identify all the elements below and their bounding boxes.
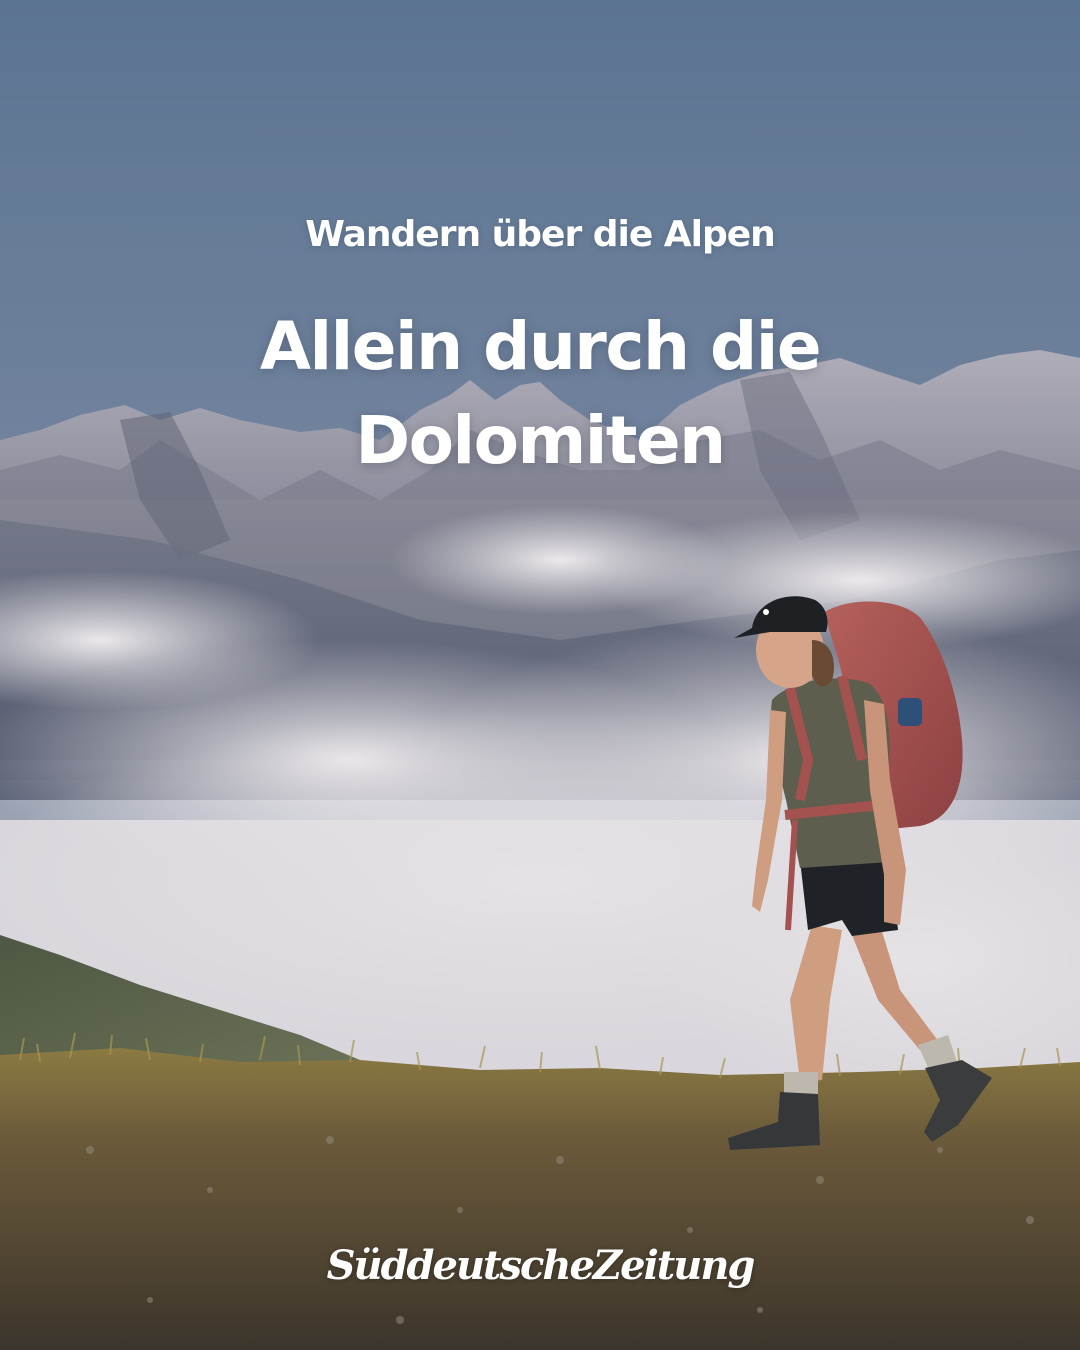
kicker-text: Wandern über die Alpen [305, 214, 776, 255]
background-photo [0, 0, 1080, 1350]
story-card: Wandern über die Alpen Allein durch die … [0, 0, 1080, 1350]
headline: Allein durch die Dolomiten [259, 308, 822, 479]
water-bottle [898, 698, 922, 726]
publisher-logo: SüddeutscheZeitung [326, 1242, 756, 1289]
meadow-ground [0, 1048, 1080, 1350]
